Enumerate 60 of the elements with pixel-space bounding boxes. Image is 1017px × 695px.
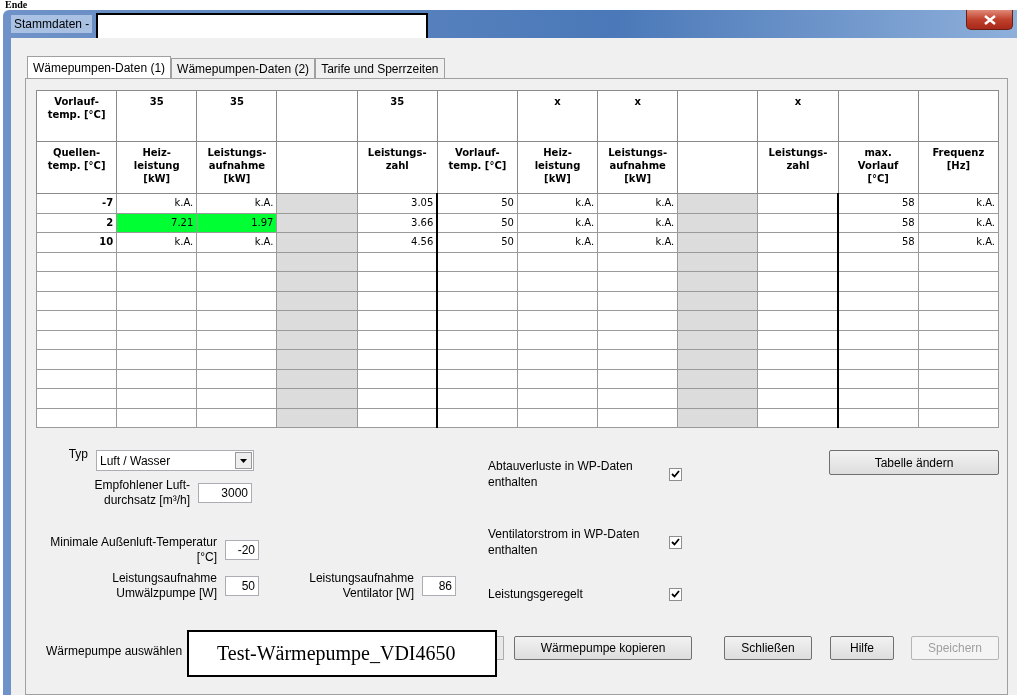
header-cell: Leistungs- aufnahme [kW]	[597, 141, 678, 194]
table-cell[interactable]	[36, 349, 117, 369]
table-cell[interactable]	[36, 310, 117, 330]
select-pump-label: Wärmepumpe auswählen	[46, 643, 184, 658]
checkbox-label: Leistungsgeregelt	[488, 586, 584, 602]
field-label: Leistungsaufnahme Umwälzpumpe [W]	[111, 571, 217, 601]
type-dropdown[interactable]: Luft / Wasser	[96, 450, 254, 471]
min-temperature-field[interactable]: -20	[225, 540, 259, 560]
dropdown-arrow-icon	[240, 458, 247, 463]
header-cell: Frequenz [Hz]	[918, 141, 999, 194]
header-cell: Heiz- leistung [kW]	[517, 141, 598, 194]
header-cell: Vorlauf- temp. [°C]	[437, 141, 518, 194]
header-cell: max. Vorlauf [°C]	[838, 141, 919, 194]
header-cell: x	[597, 90, 678, 142]
help-button[interactable]: Hilfe	[830, 635, 894, 660]
close-button[interactable]	[966, 10, 1013, 30]
table-cell[interactable]	[36, 271, 117, 291]
caption-text: Ende	[5, 0, 28, 10]
tab[interactable]: Tarife und Sperrzeiten	[315, 58, 445, 78]
type-label: Typ	[67, 447, 88, 462]
checkbox-label: Ventilatorstrom in WP-Daten enthalten	[488, 526, 641, 558]
table-cell[interactable]	[36, 330, 117, 350]
close-icon	[983, 14, 996, 25]
airflow-field[interactable]: 3000	[198, 483, 252, 503]
checkbox[interactable]	[669, 587, 682, 601]
table-cell[interactable]	[36, 408, 117, 428]
fan-power-field[interactable]: 86	[422, 576, 456, 596]
table-cell[interactable]: 2	[36, 213, 117, 233]
header-cell: 35	[196, 90, 277, 142]
dropdown-edge[interactable]	[497, 635, 504, 660]
field-label: Empfohlener Luft- durchsatz [m³/h]	[93, 478, 190, 508]
pump-power-field[interactable]: 50	[225, 576, 259, 596]
table-cell[interactable]: -7	[36, 193, 117, 213]
window-title: Stammdaten -	[11, 15, 93, 33]
table-cell[interactable]	[36, 252, 117, 272]
tab[interactable]: Wämepumpen-Daten (1)	[27, 56, 172, 78]
tab[interactable]: Wämepumpen-Daten (2)	[171, 58, 316, 78]
table-cell[interactable]	[36, 388, 117, 408]
header-cell: Leistungs- aufnahme [kW]	[196, 141, 277, 194]
header-cell: Quellen- temp. [°C]	[36, 141, 117, 194]
copy-button[interactable]: Wärmepumpe kopieren	[514, 635, 692, 660]
header-cell: Heiz- leistung [kW]	[116, 141, 197, 194]
checkbox[interactable]	[669, 467, 682, 481]
header-cell: 35	[116, 90, 197, 142]
header-cell: Leistungs- zahl	[757, 141, 839, 194]
table-cell[interactable]	[36, 369, 117, 389]
checkbox-label: Abtauverluste in WP-Daten enthalten	[488, 458, 634, 490]
close-dialog-button[interactable]: Schließen	[724, 635, 812, 660]
header-cell: x	[757, 90, 839, 142]
change-table-button[interactable]: Tabelle ändern	[829, 450, 999, 475]
header-cell: 35	[357, 90, 438, 142]
header-cell: Vorlauf- temp. [°C]	[36, 90, 117, 142]
field-label: Leistungsaufnahme Ventilator [W]	[308, 571, 414, 601]
table-cell[interactable]	[36, 291, 117, 311]
table-cell[interactable]: 10	[36, 232, 117, 252]
checkbox[interactable]	[669, 535, 682, 549]
header-cell: x	[517, 90, 598, 142]
header-cell: Leistungs- zahl	[357, 141, 438, 194]
field-label: Minimale Außenluft-Temperatur [°C]	[49, 535, 217, 565]
pump-select-field[interactable]: Test-Wärmepumpe_VDI4650	[187, 630, 497, 677]
